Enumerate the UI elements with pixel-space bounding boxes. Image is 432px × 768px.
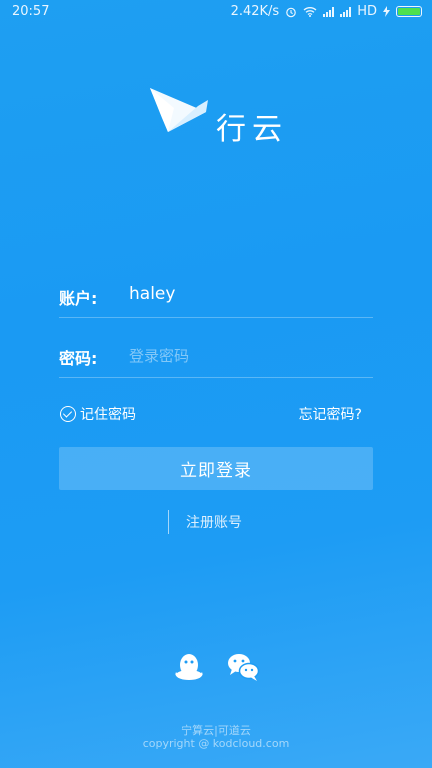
footer-copyright: copyright @ kodcloud.com xyxy=(142,737,290,750)
battery-icon xyxy=(396,6,422,17)
account-input[interactable]: haley xyxy=(129,284,175,304)
status-icons: 2.42K/s HD xyxy=(231,4,422,19)
forgot-password-link[interactable]: 忘记密码? xyxy=(299,404,362,424)
password-field[interactable]: 密码: 登录密码 xyxy=(59,333,373,378)
login-button[interactable]: 立即登录 xyxy=(59,447,373,490)
alarm-icon xyxy=(286,7,297,17)
status-time: 20:57 xyxy=(12,4,50,19)
account-label: 账户: xyxy=(59,289,98,308)
network-speed: 2.42K/s xyxy=(230,4,280,19)
wechat-icon[interactable] xyxy=(226,650,260,684)
register-link[interactable]: 注册账号 xyxy=(168,510,242,534)
register-label: 注册账号 xyxy=(186,515,242,531)
signal-icon xyxy=(323,6,335,17)
password-input[interactable]: 登录密码 xyxy=(129,345,189,366)
charging-icon xyxy=(383,6,390,17)
remember-password-label: 记住密码 xyxy=(80,407,136,423)
password-label: 密码: xyxy=(59,349,98,368)
footer-brand: 宁算云|可道云 xyxy=(181,724,251,737)
checkmark-circle-icon[interactable] xyxy=(60,406,76,422)
divider xyxy=(168,510,169,534)
status-bar: 20:57 2.42K/s HD xyxy=(0,0,432,24)
remember-password-toggle[interactable]: 记住密码 xyxy=(60,404,136,424)
account-field[interactable]: 账户: haley xyxy=(59,273,373,318)
brand-name: 行云 xyxy=(216,112,288,147)
signal-icon-2 xyxy=(340,6,352,17)
wifi-icon xyxy=(303,7,317,17)
qq-icon[interactable] xyxy=(172,650,206,684)
network-type: HD xyxy=(357,4,377,19)
